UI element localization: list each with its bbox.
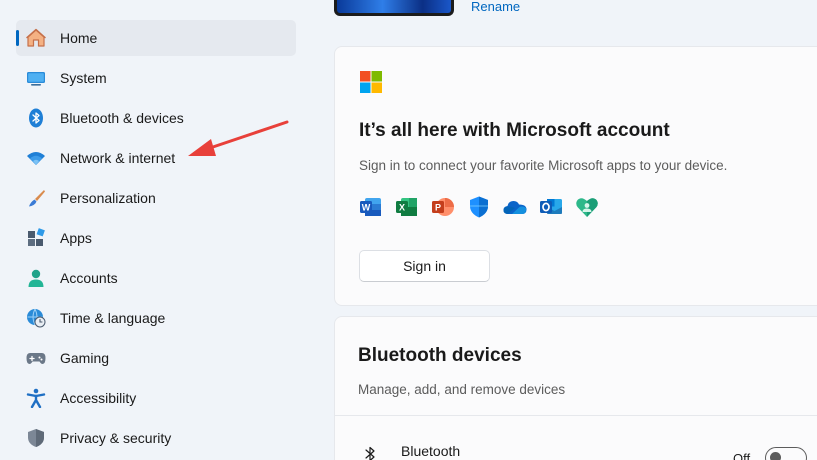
sidebar-item-label: Privacy & security xyxy=(60,430,172,446)
onedrive-icon xyxy=(503,201,527,214)
bluetooth-devices-card: Bluetooth devices Manage, add, and remov… xyxy=(334,316,817,460)
sidebar-item-label: Apps xyxy=(60,230,92,246)
desktop-preview-thumbnail xyxy=(334,0,454,16)
sidebar-item-label: Home xyxy=(60,30,98,46)
svg-text:W: W xyxy=(362,203,371,213)
microsoft-logo-icon xyxy=(360,71,382,93)
sidebar-item-label: Personalization xyxy=(60,190,156,206)
sidebar-item-personalization[interactable]: Personalization xyxy=(16,180,296,216)
family-safety-icon xyxy=(576,198,598,217)
sidebar-item-accounts[interactable]: Accounts xyxy=(16,260,296,296)
sidebar-item-label: Network & internet xyxy=(60,150,176,166)
wifi-icon xyxy=(27,152,45,165)
bluetooth-icon xyxy=(29,108,43,128)
powerpoint-icon: P xyxy=(432,198,454,216)
bluetooth-toggle-state: Off xyxy=(733,451,751,460)
excel-icon: X xyxy=(396,198,417,216)
sidebar-item-label: Accounts xyxy=(60,270,118,286)
shield-icon xyxy=(28,429,44,447)
bluetooth-toggle[interactable] xyxy=(765,447,807,460)
word-icon: W xyxy=(360,198,381,216)
bluetooth-symbol-icon xyxy=(365,446,375,460)
sidebar-item-network[interactable]: Network & internet xyxy=(16,140,296,176)
home-icon xyxy=(26,28,46,47)
sidebar-item-label: Bluetooth & devices xyxy=(60,110,184,126)
rename-link[interactable]: Rename xyxy=(471,0,520,14)
outlook-icon xyxy=(540,199,562,214)
system-icon xyxy=(27,72,45,86)
svg-text:P: P xyxy=(435,203,441,213)
defender-icon xyxy=(470,196,488,218)
sidebar-item-time-language[interactable]: Time & language xyxy=(16,300,296,336)
sidebar-item-label: Gaming xyxy=(60,350,110,366)
accessibility-icon xyxy=(26,388,46,408)
sidebar-item-system[interactable]: System xyxy=(16,60,296,96)
brush-icon xyxy=(29,190,45,207)
apps-icon xyxy=(28,228,45,246)
sidebar-item-gaming[interactable]: Gaming xyxy=(16,340,296,376)
divider xyxy=(335,415,817,416)
microsoft-account-card: It’s all here with Microsoft account Sig… xyxy=(334,46,817,306)
bluetooth-card-title: Bluetooth devices xyxy=(358,345,522,366)
globe-clock-icon xyxy=(27,308,46,328)
person-icon xyxy=(28,269,44,287)
sidebar-item-label: Accessibility xyxy=(60,390,137,406)
microsoft-card-title: It’s all here with Microsoft account xyxy=(359,120,670,141)
svg-text:X: X xyxy=(399,203,405,213)
sidebar: Home System Bluetooth & devices Network … xyxy=(0,0,310,460)
sidebar-item-bluetooth[interactable]: Bluetooth & devices xyxy=(16,100,296,136)
bluetooth-card-subtitle: Manage, add, and remove devices xyxy=(358,382,566,397)
microsoft-card-subtitle: Sign in to connect your favorite Microso… xyxy=(359,158,728,173)
sidebar-item-privacy-security[interactable]: Privacy & security xyxy=(16,420,296,456)
sidebar-item-label: Time & language xyxy=(60,310,166,326)
sign-in-button[interactable]: Sign in xyxy=(359,250,490,282)
gamepad-icon xyxy=(26,353,46,364)
sidebar-item-apps[interactable]: Apps xyxy=(16,220,296,256)
bluetooth-row-label: Bluetooth xyxy=(401,443,461,459)
sidebar-item-home[interactable]: Home xyxy=(16,20,296,56)
sidebar-item-label: System xyxy=(60,70,107,86)
sidebar-item-accessibility[interactable]: Accessibility xyxy=(16,380,296,416)
